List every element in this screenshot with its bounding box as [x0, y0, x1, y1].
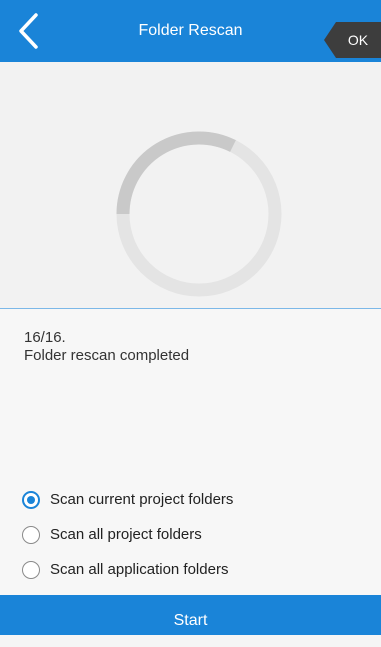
- page-title: Folder Rescan: [138, 22, 243, 39]
- start-button[interactable]: Start: [0, 595, 381, 635]
- option-label: Scan current project folders: [50, 491, 234, 508]
- start-button-label: Start: [173, 612, 208, 629]
- radio-button[interactable]: [22, 561, 40, 579]
- ok-button[interactable]: OK: [324, 22, 381, 58]
- option-label: Scan all project folders: [50, 526, 202, 543]
- app-header: Folder Rescan OK: [0, 0, 381, 62]
- back-button[interactable]: [12, 12, 46, 50]
- progress-ring-arc: [116, 131, 236, 215]
- radio-button-selected[interactable]: [22, 491, 40, 509]
- status-panel: 16/16. Folder rescan completed Scan curr…: [0, 309, 381, 595]
- ok-button-label: OK: [347, 32, 369, 48]
- progress-ring: [116, 131, 282, 297]
- scan-count-text: 16/16.: [24, 329, 66, 346]
- option-label: Scan all application folders: [50, 561, 229, 578]
- chevron-left-icon: [19, 13, 38, 49]
- progress-panel: [0, 62, 381, 308]
- scan-status-text: Folder rescan completed: [24, 347, 190, 364]
- radio-button[interactable]: [22, 526, 40, 544]
